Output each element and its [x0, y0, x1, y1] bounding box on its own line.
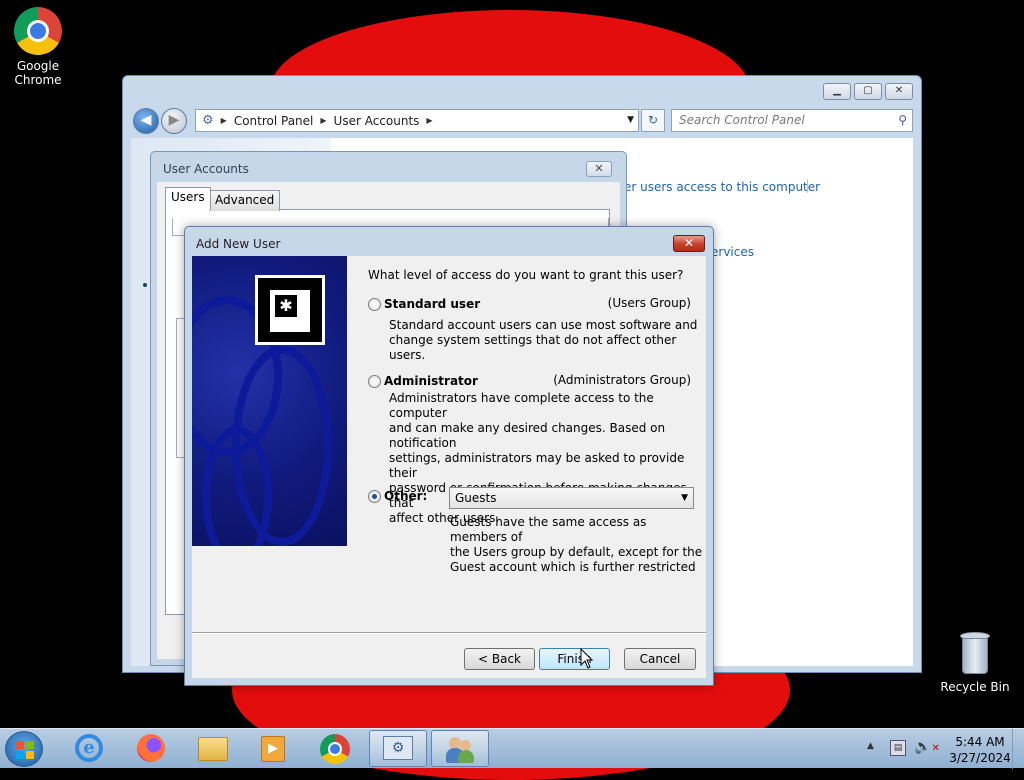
close-button[interactable]: ✕ — [673, 235, 705, 252]
chrome-icon — [320, 734, 350, 764]
grant-access-link[interactable]: er users access to this computer — [624, 180, 820, 194]
refresh-button[interactable]: ↻ — [641, 109, 665, 132]
standard-user-label[interactable]: Standard user — [384, 297, 480, 311]
group-select[interactable]: Guests ▼ — [449, 487, 694, 509]
file-explorer-icon — [198, 737, 228, 761]
breadcrumb-item[interactable]: Control Panel — [234, 114, 314, 128]
administrator-label[interactable]: Administrator — [384, 374, 478, 388]
chevron-right-icon: ▶ — [426, 116, 433, 125]
other-description: Guests have the same access as members o… — [450, 515, 703, 574]
show-hidden-icons-button[interactable]: ▲ — [867, 741, 874, 751]
minimize-button[interactable]: ▁ — [823, 83, 851, 100]
standard-user-description: Standard account users can use most soft… — [389, 318, 698, 362]
back-button[interactable]: ◀ — [133, 108, 159, 134]
taskbar-control-panel[interactable]: ⚙ — [369, 730, 427, 767]
user-accounts-icon — [445, 735, 475, 765]
taskbar-user-accounts[interactable] — [431, 730, 489, 767]
close-button[interactable]: ✕ — [885, 83, 913, 100]
dialog-client: ✱ What level of access do you want to gr… — [192, 256, 706, 678]
navigation-bar: ◀ ▶ ⚙ ▶ Control Panel ▶ User Accounts ▶ … — [131, 106, 913, 136]
users-logo-icon: ✱ — [255, 275, 325, 345]
show-desktop-button[interactable] — [1012, 729, 1024, 769]
administrator-radio[interactable] — [368, 375, 381, 388]
firefox-icon — [137, 734, 165, 762]
wizard-banner: ✱ — [192, 256, 347, 546]
windows-logo-icon — [16, 741, 34, 759]
link-divider — [807, 179, 808, 193]
taskbar-chrome[interactable] — [306, 730, 364, 767]
mouse-cursor-icon — [580, 648, 594, 669]
chevron-down-icon: ▼ — [681, 493, 688, 503]
taskbar-firefox[interactable] — [122, 730, 180, 767]
desktop-icon-recycle-bin[interactable]: Recycle Bin — [940, 632, 1010, 694]
standard-user-group: (Users Group) — [607, 296, 691, 310]
add-new-user-dialog: Add New User ✕ ✱ What level of access do… — [184, 226, 714, 686]
address-bar[interactable]: ⚙ ▶ Control Panel ▶ User Accounts ▶ ▼ — [195, 109, 639, 132]
forward-button[interactable]: ▶ — [161, 108, 187, 134]
start-button[interactable] — [5, 731, 43, 767]
search-input[interactable]: Search Control Panel ⚲ — [671, 109, 913, 132]
group-select-value: Guests — [455, 491, 497, 505]
tab-advanced[interactable]: Advanced — [209, 190, 281, 211]
network-icon[interactable]: ▤ — [890, 740, 906, 756]
maximize-button[interactable]: ▢ — [854, 83, 882, 100]
desktop-icon-label: Google Chrome — [14, 59, 62, 87]
access-question: What level of access do you want to gran… — [368, 268, 684, 282]
clock[interactable]: 5:44 AM 3/27/2024 — [935, 734, 1024, 766]
search-icon[interactable]: ⚲ — [898, 110, 907, 131]
dialog-title: User Accounts — [163, 162, 249, 176]
services-link[interactable]: ervices — [711, 245, 754, 259]
close-button[interactable]: ✕ — [586, 161, 612, 177]
desktop-icon-label: Recycle Bin — [940, 680, 1010, 694]
tab-users[interactable]: Users — [165, 187, 211, 210]
bullet-icon — [143, 283, 147, 287]
search-placeholder: Search Control Panel — [679, 113, 805, 127]
desktop-icon-chrome[interactable]: Google Chrome — [3, 7, 73, 87]
standard-user-radio[interactable] — [368, 298, 381, 311]
chevron-right-icon: ▶ — [320, 116, 327, 125]
chevron-right-icon: ▶ — [220, 116, 227, 125]
dialog-title: Add New User — [196, 237, 281, 251]
breadcrumb-item[interactable]: User Accounts — [334, 114, 420, 128]
finish-button[interactable]: Finish — [539, 648, 610, 670]
back-button[interactable]: < Back — [464, 648, 535, 670]
internet-explorer-icon: e — [75, 734, 103, 762]
chevron-down-icon[interactable]: ▼ — [627, 115, 634, 125]
administrator-group: (Administrators Group) — [553, 373, 691, 387]
other-radio[interactable] — [368, 490, 381, 503]
other-label[interactable]: Other: — [384, 489, 427, 503]
control-panel-icon: ⚙ — [383, 736, 413, 760]
control-panel-icon: ⚙ — [202, 113, 214, 128]
taskbar: e ▶ ⚙ ▲ ▤ 🔈✕ 5:44 AM 3/27/2024 — [0, 728, 1024, 769]
taskbar-file-explorer[interactable] — [184, 730, 242, 767]
caption-buttons: ▁ ▢ ✕ — [823, 83, 913, 100]
taskbar-internet-explorer[interactable]: e — [60, 730, 118, 767]
recycle-bin-icon — [958, 632, 992, 676]
divider — [192, 632, 706, 634]
cancel-button[interactable]: Cancel — [624, 648, 696, 670]
taskbar-media-player[interactable]: ▶ — [244, 730, 302, 767]
clock-date: 3/27/2024 — [949, 751, 1011, 765]
clock-time: 5:44 AM — [955, 735, 1005, 749]
chrome-icon — [14, 7, 62, 55]
media-player-icon: ▶ — [261, 736, 285, 762]
